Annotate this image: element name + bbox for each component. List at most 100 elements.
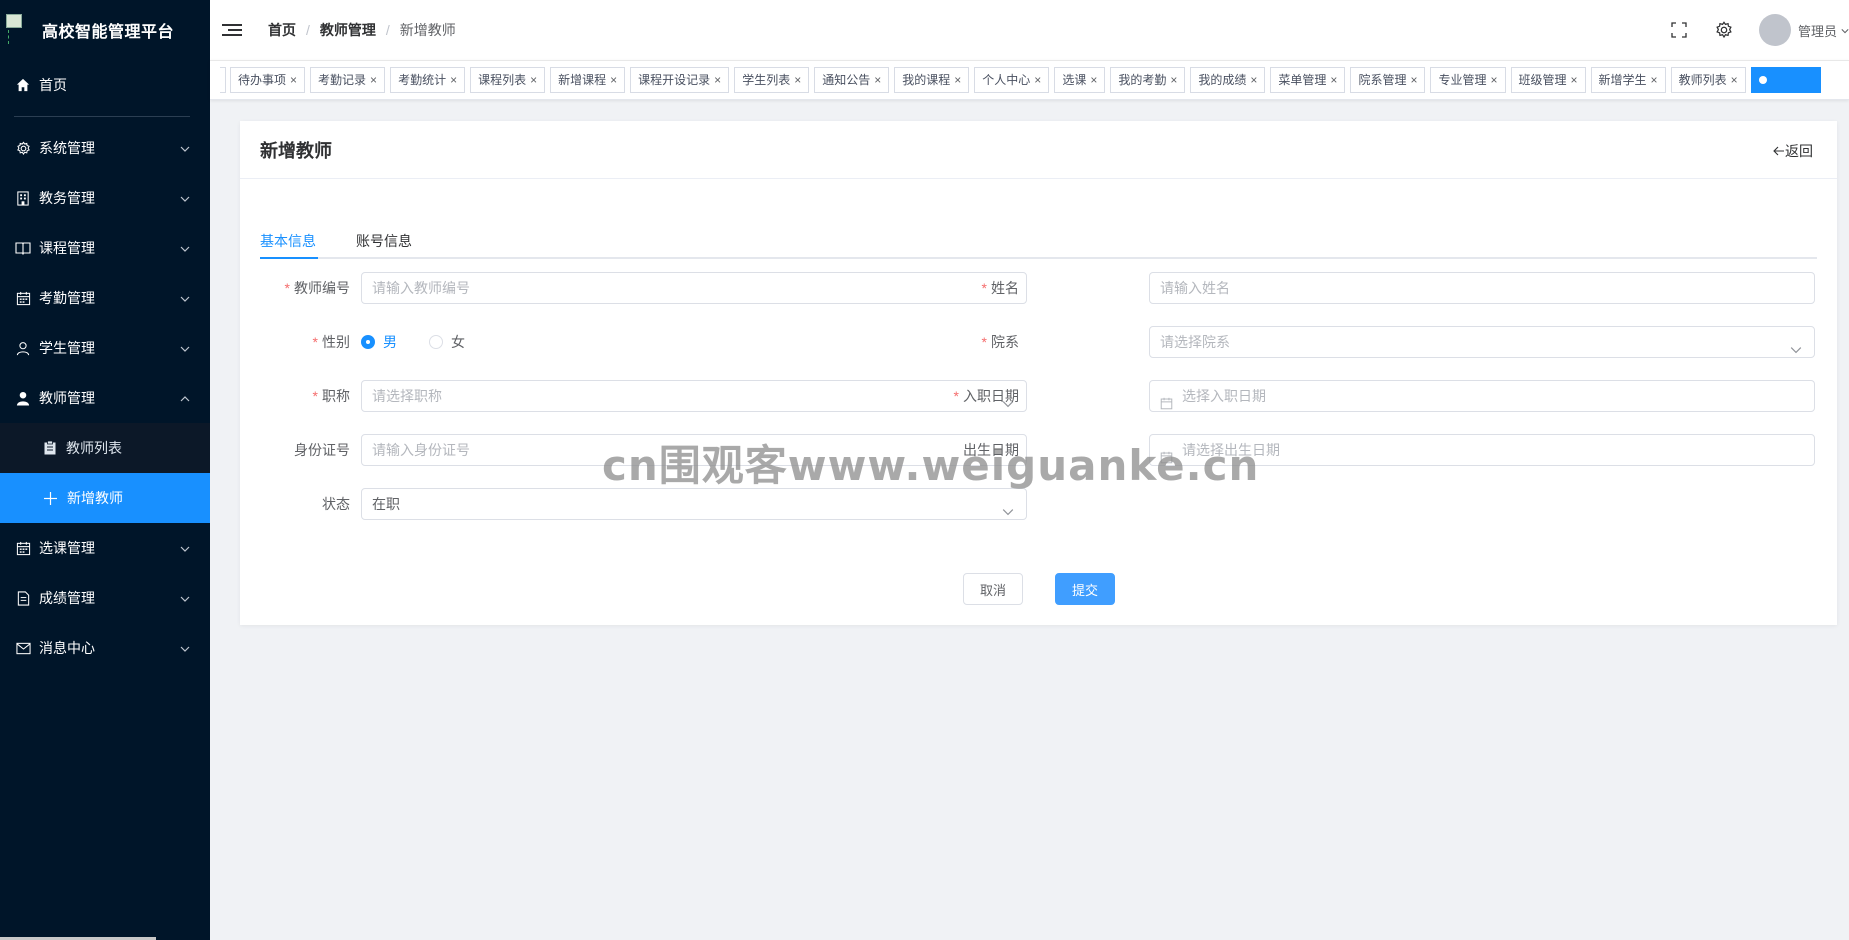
sidebar-item-label: 课程管理 [39, 240, 95, 256]
tag-item[interactable]: 教师列表 × [1670, 67, 1746, 93]
sidebar-item-course-selection[interactable]: 选课管理 [0, 523, 210, 573]
close-icon[interactable]: × [1170, 68, 1177, 92]
clipboard-icon [44, 441, 56, 455]
close-icon[interactable]: × [1571, 68, 1578, 92]
close-icon[interactable]: × [954, 68, 961, 92]
tag-item[interactable]: 专业管理 × [1430, 67, 1506, 93]
user-name[interactable]: 管理员 [1798, 21, 1837, 40]
birth-date-picker[interactable]: 请选择出生日期 [1149, 434, 1815, 466]
tag-item[interactable]: 院系管理 × [1350, 67, 1426, 93]
tag-label: 菜单管理 [1278, 73, 1327, 87]
menu-toggle-icon[interactable] [222, 20, 242, 40]
sidebar-item-attendance[interactable]: 考勤管理 [0, 273, 210, 323]
tag-item[interactable]: 待办事项 × [230, 67, 306, 93]
tab-basic-info[interactable]: 基本信息 [260, 231, 316, 251]
close-icon[interactable]: × [1731, 68, 1738, 92]
sidebar-subitem-add-teacher[interactable]: 新增教师 [0, 473, 210, 523]
breadcrumb-teacher-management[interactable]: 教师管理 [320, 20, 376, 40]
tag-item[interactable]: 班级管理 × [1510, 67, 1586, 93]
close-icon[interactable]: × [1651, 68, 1658, 92]
tag-label: 专业管理 [1438, 73, 1487, 87]
sidebar-subitem-label: 教师列表 [66, 440, 122, 456]
name-input[interactable]: 请输入姓名 [1149, 272, 1815, 304]
breadcrumb-separator: / [306, 22, 310, 38]
tag-item[interactable]: 个人中心 × [974, 67, 1050, 93]
close-icon[interactable]: × [1490, 68, 1497, 92]
tag-label: 选课 [1062, 73, 1087, 87]
tag-item[interactable]: 菜单管理 × [1270, 67, 1346, 93]
tag-item[interactable]: 课程开设记录 × [630, 67, 730, 93]
sidebar-subitem-label: 新增教师 [67, 490, 123, 506]
sidebar-item-course[interactable]: 课程管理 [0, 223, 210, 273]
active-dot-icon [1758, 76, 1767, 84]
tag-item[interactable]: 我的成绩 × [1190, 67, 1266, 93]
sidebar-item-home[interactable]: 首页 [0, 60, 210, 110]
sidebar-item-grades[interactable]: 成绩管理 [0, 573, 210, 623]
cancel-button[interactable]: 取消 [963, 573, 1023, 605]
tag-item[interactable]: 考勤记录 × [310, 67, 386, 93]
tag-item[interactable]: 考勤统计 × [390, 67, 466, 93]
status-label: 状态 [322, 496, 350, 512]
close-icon[interactable]: × [1330, 68, 1337, 92]
status-select[interactable]: 在职 [361, 488, 1027, 520]
hire-date-label: * 入职日期 [953, 388, 1019, 404]
tag-label: 考勤记录 [318, 73, 367, 87]
chevron-down-icon[interactable] [1841, 22, 1849, 38]
sidebar-item-student[interactable]: 学生管理 [0, 323, 210, 373]
avatar[interactable] [1758, 14, 1791, 46]
close-icon[interactable]: × [794, 68, 801, 92]
close-icon[interactable]: × [450, 68, 457, 92]
gender-radio-female[interactable]: 女 [429, 332, 465, 352]
tag-item[interactable]: 课程列表 × [470, 67, 546, 93]
breadcrumb-separator: / [385, 22, 390, 38]
close-icon[interactable]: × [530, 68, 537, 92]
card-header: 新增教师 返回 [240, 121, 1837, 179]
close-icon[interactable]: × [610, 68, 617, 92]
hire-date-picker[interactable]: 选择入职日期 [1149, 380, 1815, 412]
add-teacher-card: 新增教师 返回 基本信息 账号信息 * 教师编号 请输入教师编号 * 姓名 请输入姓… [240, 121, 1837, 625]
chevron-down-icon [1790, 336, 1802, 366]
tag-item[interactable]: 通知公告 × [814, 67, 890, 93]
close-icon[interactable]: × [1250, 68, 1257, 92]
gender-label: * 性别 [312, 334, 350, 350]
submit-button[interactable]: 提交 [1055, 573, 1115, 605]
tag-label: 教师列表 [1678, 73, 1727, 87]
sidebar-item-teacher[interactable]: 教师管理 [0, 373, 210, 423]
sidebar-item-academic[interactable]: 教务管理 [0, 173, 210, 223]
sidebar-item-label: 系统管理 [39, 140, 95, 156]
chevron-down-icon [180, 591, 190, 607]
sidebar-item-label: 教务管理 [39, 190, 95, 206]
settings-gear-icon[interactable] [1714, 20, 1734, 40]
tab-account-info[interactable]: 账号信息 [356, 231, 412, 251]
sidebar-item-label: 学生管理 [39, 340, 95, 356]
sidebar-subitem-teacher-list[interactable]: 教师列表 [0, 423, 210, 473]
close-icon[interactable]: × [1410, 68, 1417, 92]
back-button[interactable]: 返回 [1773, 141, 1813, 161]
close-icon[interactable]: × [290, 68, 297, 92]
tag-item[interactable]: 学生列表 × [734, 67, 810, 93]
sidebar-item-system[interactable]: 系统管理 [0, 123, 210, 173]
teacher-no-label: * 教师编号 [284, 280, 350, 296]
chevron-down-icon [180, 641, 190, 657]
id-card-label: 身份证号 [294, 442, 350, 458]
tag-item[interactable]: 新增课程 × [550, 67, 626, 93]
close-icon[interactable]: × [370, 68, 377, 92]
close-icon[interactable]: × [714, 68, 721, 92]
breadcrumb-home[interactable]: 首页 [268, 20, 296, 40]
close-icon[interactable]: × [1034, 68, 1041, 92]
close-icon[interactable]: × [874, 68, 881, 92]
tag-stub[interactable] [220, 67, 226, 93]
close-icon[interactable]: × [1090, 68, 1097, 92]
sidebar-item-messages[interactable]: 消息中心 [0, 623, 210, 673]
department-select[interactable]: 请选择院系 [1149, 326, 1815, 358]
tag-item[interactable]: 我的考勤 × [1110, 67, 1186, 93]
tag-item[interactable]: 选课 × [1054, 67, 1106, 93]
sidebar-item-label: 选课管理 [39, 540, 95, 556]
tag-item[interactable]: 我的课程 × [894, 67, 970, 93]
logo[interactable]: 高校智能管理平台 [0, 0, 210, 60]
tag-label: 我的考勤 [1118, 73, 1167, 87]
tag-item-active[interactable] [1750, 67, 1821, 93]
fullscreen-icon[interactable] [1669, 20, 1689, 40]
gender-radio-male[interactable]: 男 [361, 332, 397, 352]
tag-item[interactable]: 新增学生 × [1590, 67, 1666, 93]
